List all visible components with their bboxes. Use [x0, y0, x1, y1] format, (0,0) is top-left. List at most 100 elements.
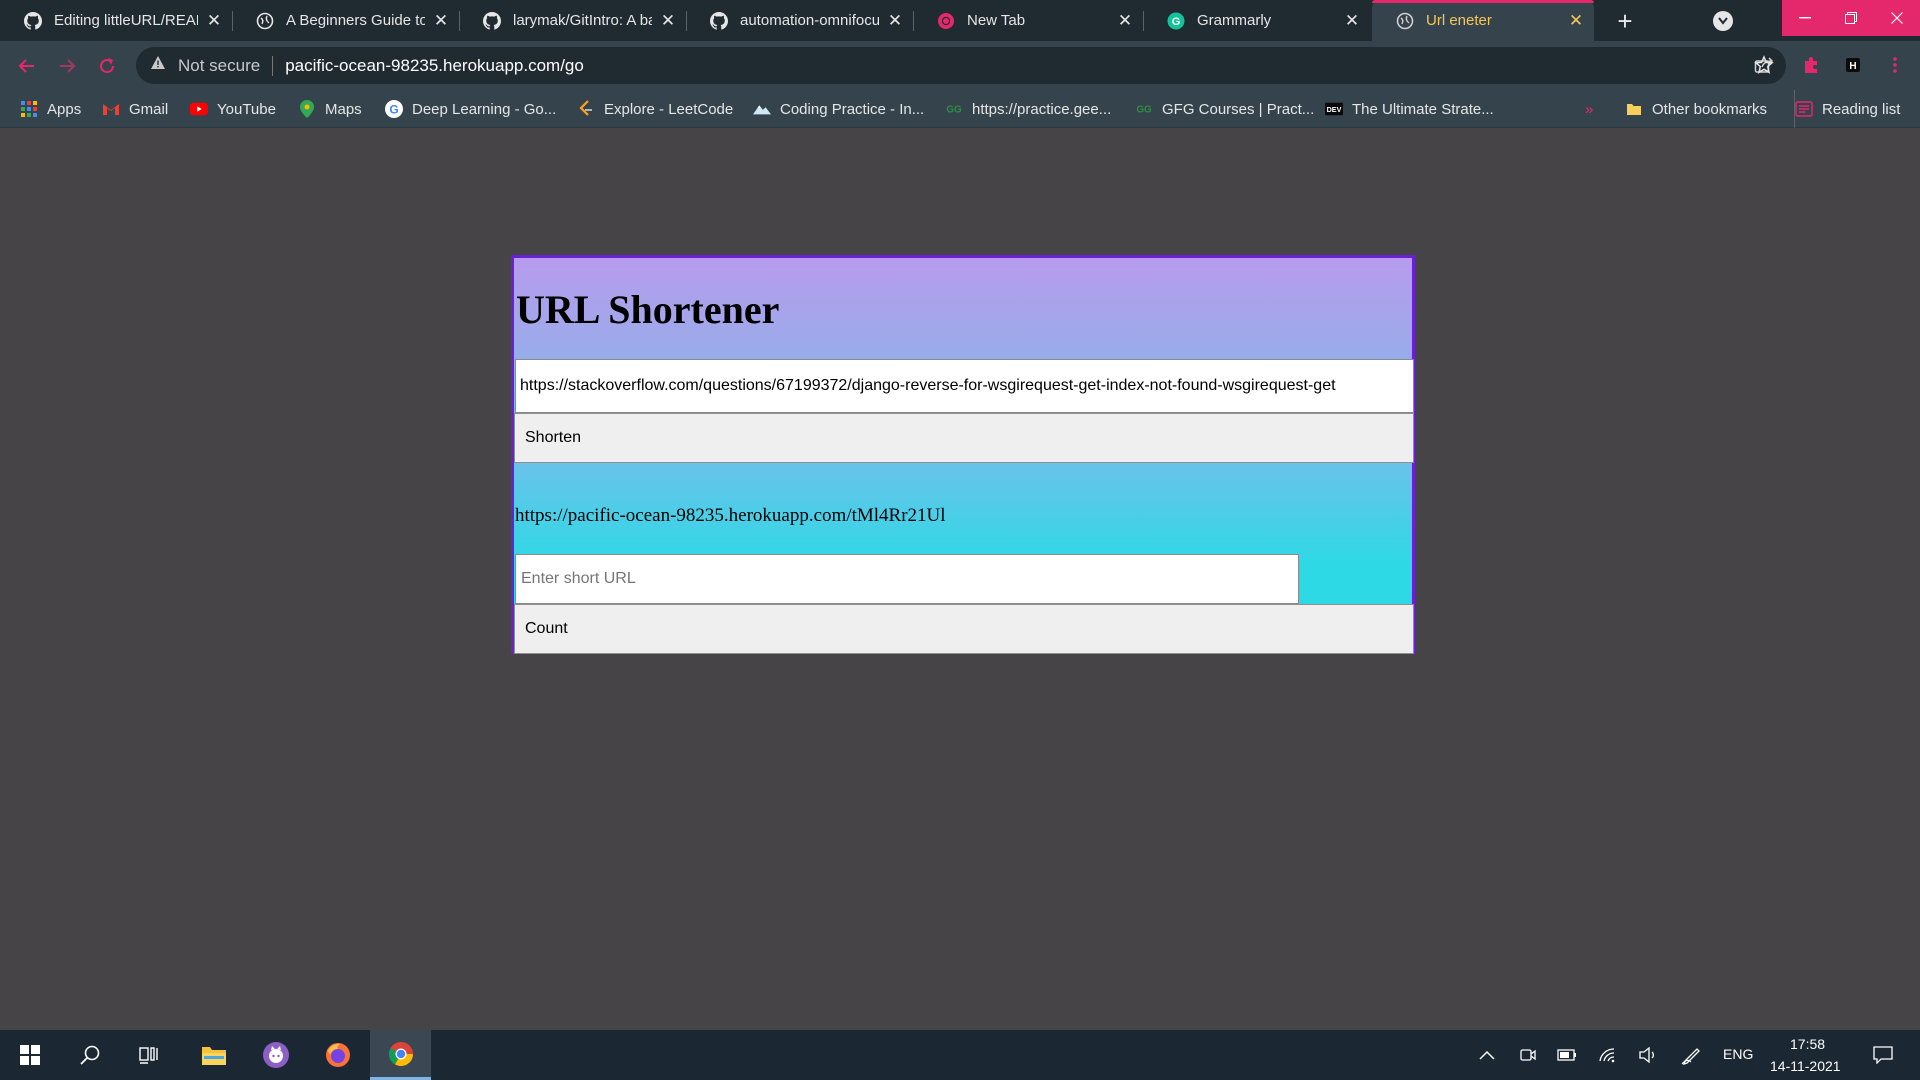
tab-url-eneter[interactable]: Url eneter ✕ — [1372, 0, 1594, 41]
page-title: URL Shortener — [516, 287, 780, 332]
minimize-button[interactable] — [1782, 0, 1828, 36]
short-url-result: https://pacific-ocean-98235.herokuapp.co… — [515, 505, 946, 526]
new-tab-button[interactable]: + — [1610, 6, 1640, 36]
clock-time[interactable]: 17:58 — [1790, 1036, 1825, 1052]
long-url-input[interactable]: https://stackoverflow.com/questions/6719… — [515, 359, 1414, 413]
address-bar[interactable]: Not secure pacific-ocean-98235.herokuapp… — [136, 47, 1786, 84]
warning-icon[interactable] — [150, 55, 168, 76]
tab-title: Grammarly — [1197, 12, 1272, 29]
bookmark-other-bookmarks[interactable]: Other bookmarks — [1625, 90, 1767, 128]
show-hidden-icons-icon[interactable] — [1475, 1030, 1499, 1080]
tab-automation-omnifocus[interactable]: automation-omnifocu ✕ — [686, 0, 913, 41]
google-icon: G — [385, 100, 403, 118]
bookmark-star-icon[interactable] — [1751, 52, 1777, 78]
firefox-icon[interactable] — [316, 1030, 360, 1080]
close-icon[interactable]: ✕ — [1344, 11, 1360, 30]
divider — [272, 55, 274, 76]
tab-larymak-gitintro[interactable]: larymak/GitIntro: A ba ✕ — [459, 0, 686, 41]
language-indicator[interactable]: ENG — [1723, 1046, 1753, 1062]
svg-text:DEV: DEV — [1327, 105, 1342, 114]
close-icon[interactable]: ✕ — [433, 11, 449, 30]
bookmark-label: Reading list — [1822, 100, 1901, 118]
file-explorer-icon[interactable] — [192, 1030, 236, 1080]
clock-date[interactable]: 14-11-2021 — [1770, 1058, 1841, 1074]
notifications-icon[interactable] — [1868, 1030, 1898, 1080]
bookmarks-bar: Apps Gmail YouTube Maps G Deep Learning … — [0, 90, 1920, 128]
youtube-icon — [190, 100, 208, 118]
tab-strip: Editing littleURL/README ✕ A Beginners G… — [0, 0, 1920, 41]
bookmark-coding-practice[interactable]: Coding Practice - In... — [753, 90, 924, 128]
github-desktop-icon[interactable] — [254, 1030, 298, 1080]
count-button[interactable]: Count — [514, 604, 1414, 654]
reading-list-button[interactable]: Reading list — [1794, 90, 1900, 128]
close-window-button[interactable] — [1874, 0, 1920, 36]
tab-editing-littleurl[interactable]: Editing littleURL/README ✕ — [0, 0, 232, 41]
leetcode-icon — [577, 100, 595, 118]
extensions-icon[interactable] — [1798, 52, 1824, 78]
svg-text:H: H — [1849, 61, 1856, 72]
windows-start-icon[interactable] — [10, 1030, 50, 1080]
menu-kebab-icon[interactable] — [1882, 52, 1908, 78]
tab-search-icon[interactable] — [1713, 11, 1733, 31]
search-icon[interactable] — [70, 1030, 110, 1080]
browser-toolbar: Not secure pacific-ocean-98235.herokuapp… — [0, 41, 1920, 90]
tab-grammarly[interactable]: G Grammarly ✕ — [1143, 0, 1370, 41]
tab-title: larymak/GitIntro: A ba — [513, 12, 652, 29]
close-icon[interactable]: ✕ — [206, 11, 222, 30]
restore-button[interactable] — [1828, 0, 1874, 36]
folder-icon — [1625, 100, 1643, 118]
dev-icon: DEV — [1325, 100, 1343, 118]
bookmark-label: YouTube — [217, 100, 276, 118]
reload-button[interactable] — [92, 51, 122, 81]
forward-button[interactable] — [52, 51, 82, 81]
url-shortener-card: URL Shortener https://stackoverflow.com/… — [511, 255, 1415, 654]
close-icon[interactable]: ✕ — [887, 11, 903, 30]
svg-text:GG: GG — [1136, 105, 1152, 115]
tab-beginners-guide[interactable]: A Beginners Guide to ✕ — [232, 0, 459, 41]
apps-grid-icon — [20, 100, 38, 118]
back-button[interactable] — [12, 51, 42, 81]
grammarly-icon: G — [1167, 12, 1185, 30]
bookmark-gfg-courses[interactable]: GG GFG Courses | Pract... — [1135, 90, 1314, 128]
maps-icon — [298, 100, 316, 118]
bookmark-deep-learning[interactable]: G Deep Learning - Go... — [385, 90, 556, 128]
svg-text:GG: GG — [946, 105, 962, 115]
windows-taskbar: ENG 17:58 14-11-2021 — [0, 1030, 1920, 1080]
globe-icon — [1396, 12, 1414, 30]
chrome-icon[interactable] — [370, 1030, 431, 1080]
meet-now-icon[interactable] — [1516, 1030, 1540, 1080]
profile-extension-icon[interactable]: H — [1840, 52, 1866, 78]
close-icon[interactable]: ✕ — [660, 11, 676, 30]
bookmark-label: Gmail — [129, 100, 169, 118]
short-url-input[interactable]: Enter short URL — [515, 554, 1299, 604]
tab-title: Editing littleURL/README — [54, 12, 198, 29]
bookmark-practice-gee[interactable]: GG https://practice.gee... — [945, 90, 1111, 128]
bookmark-youtube[interactable]: YouTube — [190, 90, 276, 128]
bookmark-apps[interactable]: Apps — [20, 90, 81, 128]
gfg-icon: GG — [1135, 100, 1153, 118]
bookmark-leetcode[interactable]: Explore - LeetCode — [577, 90, 733, 128]
bookmark-label: The Ultimate Strate... — [1352, 100, 1494, 118]
reading-list-icon — [1795, 100, 1813, 118]
bookmark-ultimate-strategy[interactable]: DEV The Ultimate Strate... — [1325, 90, 1494, 128]
pen-ink-icon[interactable] — [1680, 1030, 1704, 1080]
bookmarks-overflow-chevron[interactable]: » — [1585, 90, 1593, 128]
task-view-icon[interactable] — [130, 1030, 170, 1080]
window-controls — [1782, 0, 1920, 36]
bookmark-gmail[interactable]: Gmail — [102, 90, 168, 128]
close-icon[interactable]: ✕ — [1568, 11, 1584, 30]
gmail-icon — [102, 100, 120, 118]
battery-icon[interactable] — [1555, 1030, 1579, 1080]
bookmark-maps[interactable]: Maps — [298, 90, 362, 128]
close-icon[interactable]: ✕ — [1117, 11, 1133, 30]
bookmark-label: Apps — [47, 100, 82, 118]
gfg-icon: GG — [945, 100, 963, 118]
tab-new-tab[interactable]: New Tab ✕ — [913, 0, 1143, 41]
svg-text:G: G — [1172, 16, 1181, 28]
security-status[interactable]: Not secure — [178, 56, 260, 76]
volume-icon[interactable] — [1636, 1030, 1660, 1080]
shorten-button[interactable]: Shorten — [514, 413, 1414, 463]
github-icon — [710, 11, 728, 30]
wifi-icon[interactable] — [1596, 1030, 1620, 1080]
url-text[interactable]: pacific-ocean-98235.herokuapp.com/go — [285, 56, 584, 76]
